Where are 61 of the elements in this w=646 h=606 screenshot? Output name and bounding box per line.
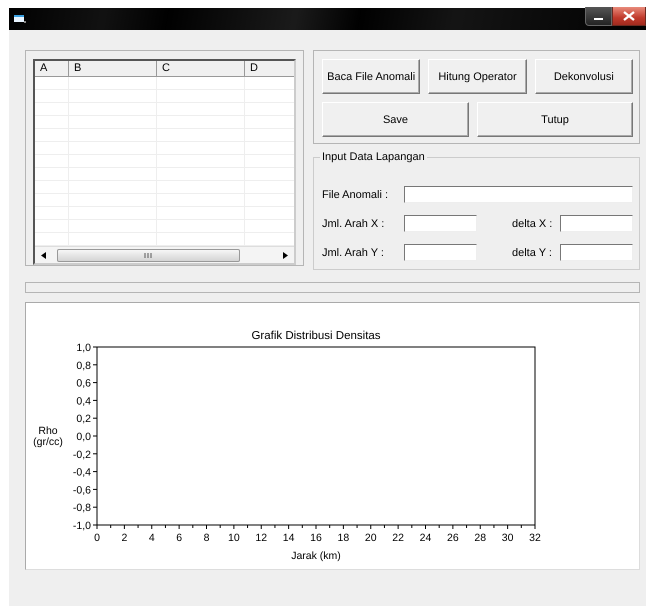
field-label: File Anomali : [322, 188, 390, 200]
tick-label: -0,2 [72, 448, 91, 461]
tick-label: 16 [310, 532, 322, 544]
chart-title: Grafik Distribusi Densitas [251, 330, 381, 342]
scroll-left-icon[interactable] [41, 252, 46, 258]
tick-label: 0,2 [76, 413, 91, 426]
column-header[interactable]: A [35, 61, 69, 76]
grip-icon [144, 252, 153, 258]
tick-label: 12 [255, 532, 268, 544]
action-button[interactable]: Tutup [477, 102, 633, 137]
data-grid[interactable]: A B C D [33, 59, 296, 265]
close-button[interactable] [612, 7, 646, 26]
field-label: delta X : [512, 218, 554, 230]
close-icon [623, 11, 635, 21]
input-field[interactable] [404, 215, 477, 232]
action-button[interactable]: Save [322, 102, 470, 137]
app-icon [13, 13, 27, 25]
tick-label: 30 [502, 532, 514, 544]
field-label: Jml. Arah Y : [322, 246, 385, 258]
input-field[interactable] [560, 215, 633, 232]
tick-label: 0,8 [76, 360, 91, 372]
tick-label: 1,0 [76, 342, 91, 354]
tick-label: 4 [148, 532, 155, 544]
horizontal-scrollbar[interactable] [35, 246, 294, 263]
axis-title: Rho (gr/cc) [33, 425, 63, 448]
tick-label: 0,0 [76, 431, 91, 443]
field-label: Jml. Arah X : [322, 218, 386, 230]
column-header[interactable]: B [69, 61, 157, 76]
group-title: Input Data Lapangan [320, 151, 427, 163]
tick-label: 18 [338, 532, 350, 544]
field-label: delta Y : [512, 246, 553, 258]
tick-label: 0,6 [76, 378, 91, 390]
tick-label: 20 [364, 532, 377, 544]
tick-label: -0,6 [72, 484, 91, 496]
tick-label: 10 [228, 532, 240, 544]
column-header[interactable]: D [245, 61, 294, 76]
tick-label: 0 [94, 532, 100, 544]
tick-label: -0,8 [72, 502, 91, 514]
input-field[interactable] [404, 186, 633, 203]
axis-title: Jarak (km) [291, 550, 341, 562]
tick-label: -1,0 [72, 520, 91, 532]
input-field[interactable] [404, 244, 477, 261]
action-button[interactable]: Dekonvolusi [534, 59, 633, 94]
minimize-button[interactable] [585, 7, 612, 26]
tick-label: 14 [282, 532, 294, 544]
tick-label: -0,4 [72, 466, 91, 479]
tick-label: 0,4 [76, 395, 91, 408]
tick-label: 28 [474, 532, 486, 544]
column-header[interactable]: C [157, 61, 245, 76]
tick-label: 24 [420, 532, 432, 544]
scroll-right-icon[interactable] [283, 252, 288, 258]
tick-label: 22 [392, 532, 404, 544]
action-button[interactable]: Baca File Anomali [322, 59, 420, 94]
tick-label: 8 [204, 532, 210, 544]
scroll-thumb[interactable] [57, 248, 240, 262]
tick-label: 26 [447, 532, 459, 544]
tick-label: 32 [529, 532, 541, 544]
action-button[interactable]: Hitung Operator [428, 59, 527, 94]
input-field[interactable] [560, 244, 633, 261]
tick-label: 6 [176, 532, 182, 544]
tick-label: 2 [121, 532, 128, 544]
